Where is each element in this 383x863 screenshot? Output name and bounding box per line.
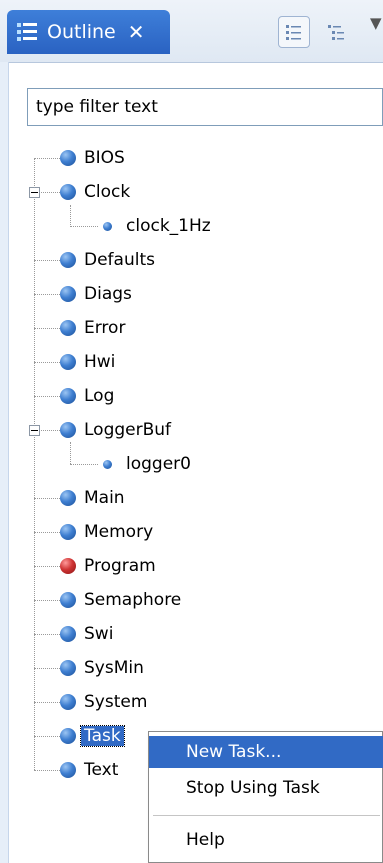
tab-outline-label: Outline bbox=[47, 21, 116, 43]
tree-item-error[interactable]: Error bbox=[34, 313, 125, 343]
module-icon bbox=[60, 354, 76, 370]
tree-item-clock-1hz[interactable]: clock_1Hz bbox=[70, 211, 211, 241]
tree-item-label: Error bbox=[84, 318, 126, 338]
tree-item-hwi[interactable]: Hwi bbox=[34, 347, 115, 377]
module-icon bbox=[60, 422, 76, 438]
module-error-icon bbox=[60, 558, 76, 574]
tree-item-semaphore[interactable]: Semaphore bbox=[34, 585, 181, 615]
menu-item-new-task[interactable]: New Task... bbox=[149, 736, 383, 768]
module-icon bbox=[60, 252, 76, 268]
module-icon bbox=[60, 490, 76, 506]
tree-item-label: Text bbox=[84, 760, 119, 780]
module-icon bbox=[60, 728, 76, 744]
tree-item-label: Swi bbox=[84, 624, 114, 644]
module-icon bbox=[60, 388, 76, 404]
tree-item-label: logger0 bbox=[126, 454, 191, 474]
tree-item-label: Clock bbox=[84, 182, 131, 202]
module-icon bbox=[60, 762, 76, 778]
tree-item-label: Semaphore bbox=[84, 590, 182, 610]
view-border bbox=[0, 62, 9, 863]
tree-item-bios[interactable]: BIOS bbox=[34, 143, 125, 173]
tree-item-label: BIOS bbox=[84, 148, 125, 168]
tree-item-system[interactable]: System bbox=[34, 687, 147, 717]
view-menu-icon[interactable]: ▼ bbox=[370, 14, 382, 32]
outline-icon bbox=[17, 22, 39, 42]
context-menu: New Task... Stop Using Task Help bbox=[148, 731, 383, 863]
tree-item-sysmin[interactable]: SysMin bbox=[34, 653, 144, 683]
tree-item-main[interactable]: Main bbox=[34, 483, 125, 513]
module-icon bbox=[60, 524, 76, 540]
module-icon bbox=[60, 592, 76, 608]
tree-item-label: System bbox=[84, 692, 148, 712]
view-tab-bar: Outline ✕ ▼ bbox=[0, 0, 383, 63]
tree-item-label: Main bbox=[84, 488, 125, 508]
tree-item-label: Task bbox=[80, 725, 125, 747]
tree-item-label: Diags bbox=[84, 284, 132, 304]
collapse-icon[interactable] bbox=[29, 187, 40, 198]
tree-item-label: Log bbox=[84, 386, 115, 406]
module-icon bbox=[60, 626, 76, 642]
module-icon bbox=[60, 286, 76, 302]
collapse-icon[interactable] bbox=[29, 425, 40, 436]
instance-icon bbox=[103, 459, 112, 469]
filter-input[interactable] bbox=[27, 88, 383, 126]
menu-item-help[interactable]: Help bbox=[149, 824, 383, 856]
tree-item-program[interactable]: Program bbox=[34, 551, 156, 581]
tree-item-memory[interactable]: Memory bbox=[34, 517, 153, 547]
tree-item-diags[interactable]: Diags bbox=[34, 279, 132, 309]
list-icon bbox=[286, 25, 301, 40]
tab-outline[interactable]: Outline ✕ bbox=[7, 10, 170, 54]
close-icon[interactable]: ✕ bbox=[128, 20, 145, 44]
tree-item-loggerbuf[interactable]: LoggerBuf bbox=[26, 415, 171, 445]
tree-item-text[interactable]: Text bbox=[34, 755, 118, 785]
tree-item-log[interactable]: Log bbox=[34, 381, 114, 411]
tree-item-label: SysMin bbox=[84, 658, 144, 678]
list-view-button[interactable] bbox=[278, 16, 310, 48]
module-icon bbox=[60, 184, 76, 200]
tree-item-label: Program bbox=[84, 556, 156, 576]
tree-item-clock[interactable]: Clock bbox=[26, 177, 130, 207]
tree-item-label: Hwi bbox=[84, 352, 116, 372]
tree-item-label: Memory bbox=[84, 522, 154, 542]
module-icon bbox=[60, 150, 76, 166]
tree-item-label: Defaults bbox=[84, 250, 155, 270]
tree-item-defaults[interactable]: Defaults bbox=[34, 245, 155, 275]
module-icon bbox=[60, 320, 76, 336]
menu-separator bbox=[153, 815, 380, 816]
module-icon bbox=[60, 694, 76, 710]
module-icon bbox=[60, 660, 76, 676]
tree-item-swi[interactable]: Swi bbox=[34, 619, 113, 649]
tree-item-label: clock_1Hz bbox=[126, 216, 211, 236]
tree-view-button[interactable] bbox=[320, 16, 352, 48]
tree-icon bbox=[328, 25, 344, 40]
tree-item-logger0[interactable]: logger0 bbox=[70, 449, 191, 479]
tree-item-task[interactable]: Task bbox=[34, 721, 125, 751]
menu-item-stop-using-task[interactable]: Stop Using Task bbox=[149, 772, 383, 804]
instance-icon bbox=[103, 221, 112, 231]
tree-item-label: LoggerBuf bbox=[84, 420, 172, 440]
